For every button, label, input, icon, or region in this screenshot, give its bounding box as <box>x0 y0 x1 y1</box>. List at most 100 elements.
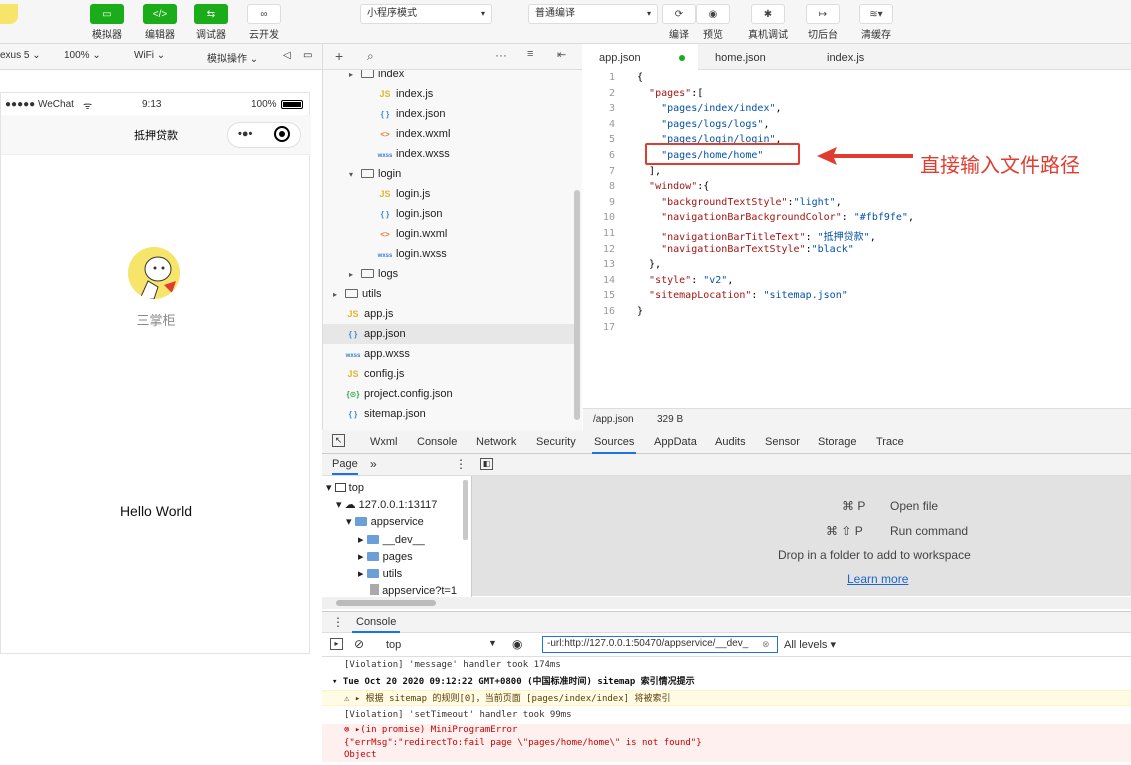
clear-cache-button[interactable]: ≋▾ 清缓存 <box>851 4 901 41</box>
toggle-navigator-icon[interactable]: ◧ <box>480 458 493 470</box>
devtools-tab-security[interactable]: Security <box>534 430 578 454</box>
sources-tree-scrollbar[interactable] <box>463 480 468 540</box>
devtools-tab-sources[interactable]: Sources <box>592 430 637 454</box>
sort-icon[interactable]: ≡ <box>527 48 533 60</box>
file-name: sitemap.json <box>364 408 426 420</box>
code-line: "backgroundTextStyle":"light", <box>661 196 842 208</box>
device-select[interactable]: exus 5 ⌄ <box>0 50 41 61</box>
tab-home-json[interactable]: home.json <box>715 44 815 70</box>
file-tree-item[interactable]: { } index.json <box>323 104 577 124</box>
code-line: "navigationBarTitleText": "抵押贷款", <box>661 232 876 243</box>
file-tree-item[interactable]: ▸ utils <box>323 284 577 304</box>
tab-console[interactable]: Console <box>352 612 401 633</box>
clear-console-icon[interactable]: ⊘ <box>354 637 364 651</box>
status-file-path: /app.json <box>593 414 634 425</box>
simulator-toggle-button[interactable]: ▭ 模拟器 <box>82 4 132 41</box>
time-text: 9:13 <box>142 99 162 110</box>
code-line: "pages/logs/logs", <box>661 118 770 130</box>
tree-item-dev[interactable]: ▸ __dev__ <box>358 532 425 548</box>
editor-tab-bar: app.json home.json index.js <box>583 44 1131 70</box>
device-value: exus 5 <box>0 50 30 61</box>
devtools-tab-storage[interactable]: Storage <box>816 430 859 454</box>
search-icon[interactable]: ⌕ <box>367 49 374 64</box>
clear-filter-icon[interactable]: ⊗ <box>762 639 770 650</box>
preview-button[interactable]: ◉ 预览 <box>688 4 738 41</box>
file-tree-item[interactable]: wxss app.wxss <box>323 344 577 364</box>
file-tree-item[interactable]: { } sitemap.json <box>323 404 577 424</box>
window-icon[interactable]: ▭ <box>303 50 312 61</box>
file-tree-item[interactable]: JS config.js <box>323 364 577 384</box>
more-icon[interactable]: ··· <box>495 48 507 62</box>
file-name: login.wxml <box>396 228 448 240</box>
code-editor[interactable]: 1 {2 "pages":[3 "pages/index/index", 4 "pa… <box>583 70 1131 408</box>
tab-app-json[interactable]: app.json <box>583 44 698 70</box>
tree-item-pages[interactable]: ▸ pages <box>358 549 413 565</box>
remote-debug-button[interactable]: ✱ 真机调试 <box>743 4 793 41</box>
sidebar-toggle-icon[interactable]: ▸ <box>330 638 343 650</box>
more-dots-icon[interactable]: •●• <box>238 128 252 140</box>
tab-label: home.json <box>715 52 766 64</box>
log-levels-select[interactable]: All levels ▾ <box>784 638 836 651</box>
scrollbar-thumb[interactable] <box>336 600 436 606</box>
file-name: app.wxss <box>364 348 410 360</box>
debugger-toggle-button[interactable]: ⇆ 调试器 <box>186 4 236 41</box>
cloud-dev-button[interactable]: ∞ 云开发 <box>239 4 289 41</box>
devtools-tab-trace[interactable]: Trace <box>874 430 906 454</box>
phone-nav-bar: 抵押贷款 •●• <box>1 115 311 155</box>
editor-toggle-button[interactable]: </> 编辑器 <box>135 4 185 41</box>
file-tree-item[interactable]: JS login.js <box>323 184 577 204</box>
file-tree-item[interactable]: { } app.json <box>323 324 577 344</box>
more-tabs-icon[interactable]: » <box>370 457 377 471</box>
file-tree-item[interactable]: { } login.json <box>323 204 577 224</box>
mode-select[interactable]: 小程序模式 ▾ <box>360 4 492 24</box>
operation-select[interactable]: 模拟操作 ⌄ <box>207 50 258 65</box>
file-tree-item[interactable]: JS app.js <box>323 304 577 324</box>
devtools-tab-sensor[interactable]: Sensor <box>763 430 802 454</box>
tree-item-host[interactable]: ▾ ☁ 127.0.0.1:13117 <box>336 497 437 513</box>
add-file-icon[interactable]: + <box>335 48 343 64</box>
collapse-icon[interactable]: ⇤ <box>557 48 566 61</box>
tree-item-top[interactable]: ▾ top <box>326 480 364 496</box>
tree-item-utils[interactable]: ▸ utils <box>358 566 402 582</box>
json-file-icon: { } <box>380 110 390 119</box>
close-mini-program-icon[interactable] <box>274 126 290 142</box>
file-tree-item[interactable]: JS index.js <box>323 84 577 104</box>
devtools-tab-appdata[interactable]: AppData <box>652 430 699 454</box>
devtools-tab-console[interactable]: Console <box>415 430 459 454</box>
kebab-menu-icon[interactable]: ⋮ <box>332 615 344 629</box>
network-select[interactable]: WiFi ⌄ <box>134 50 165 61</box>
file-name: index.wxss <box>396 148 450 160</box>
file-tree-item[interactable]: ▸ logs <box>323 264 577 284</box>
simulator-icon: ▭ <box>90 4 124 24</box>
inspect-element-icon[interactable]: ↖ <box>332 434 345 447</box>
file-name: index <box>378 70 405 80</box>
console-filter-input[interactable]: -url:http://127.0.0.1:50470/appservice/_… <box>542 636 778 653</box>
file-tree-item[interactable]: ▸ index <box>323 70 577 84</box>
devtools-tab-wxml[interactable]: Wxml <box>368 430 400 454</box>
tab-index-js[interactable]: index.js <box>827 44 927 70</box>
sound-icon[interactable]: ◁ <box>283 50 291 61</box>
file-tree-item[interactable]: ▾ login <box>323 164 577 184</box>
tab-page[interactable]: Page <box>332 458 358 475</box>
remote-debug-label: 真机调试 <box>748 30 788 41</box>
file-tree-scrollbar[interactable] <box>574 190 580 420</box>
eye-icon[interactable]: ◉ <box>512 637 522 651</box>
context-select[interactable]: top <box>386 639 401 651</box>
devtools-tab-audits[interactable]: Audits <box>713 430 748 454</box>
file-tree-item[interactable]: wxss login.wxss <box>323 244 577 264</box>
capsule-menu[interactable]: •●• <box>227 122 301 148</box>
file-tree-item[interactable]: <> index.wxml <box>323 124 577 144</box>
file-tree-item[interactable]: <> login.wxml <box>323 224 577 244</box>
compile-select-value: 普通编译 <box>535 8 575 19</box>
file-tree-item[interactable]: wxss index.wxss <box>323 144 577 164</box>
compile-select[interactable]: 普通编译 ▾ <box>528 4 658 24</box>
tree-item-appservice[interactable]: ▾ appservice <box>346 514 424 530</box>
kebab-menu-icon[interactable]: ⋮ <box>455 457 467 471</box>
learn-more-link[interactable]: Learn more <box>847 572 908 586</box>
line-number: 1 <box>608 72 615 83</box>
devtools-tab-network[interactable]: Network <box>474 430 518 454</box>
zoom-select[interactable]: 100% ⌄ <box>64 50 101 61</box>
background-button[interactable]: ↦ 切后台 <box>798 4 848 41</box>
file-tree-item[interactable]: {⊙} project.config.json <box>323 384 577 404</box>
sources-hscrollbar <box>322 597 1131 609</box>
